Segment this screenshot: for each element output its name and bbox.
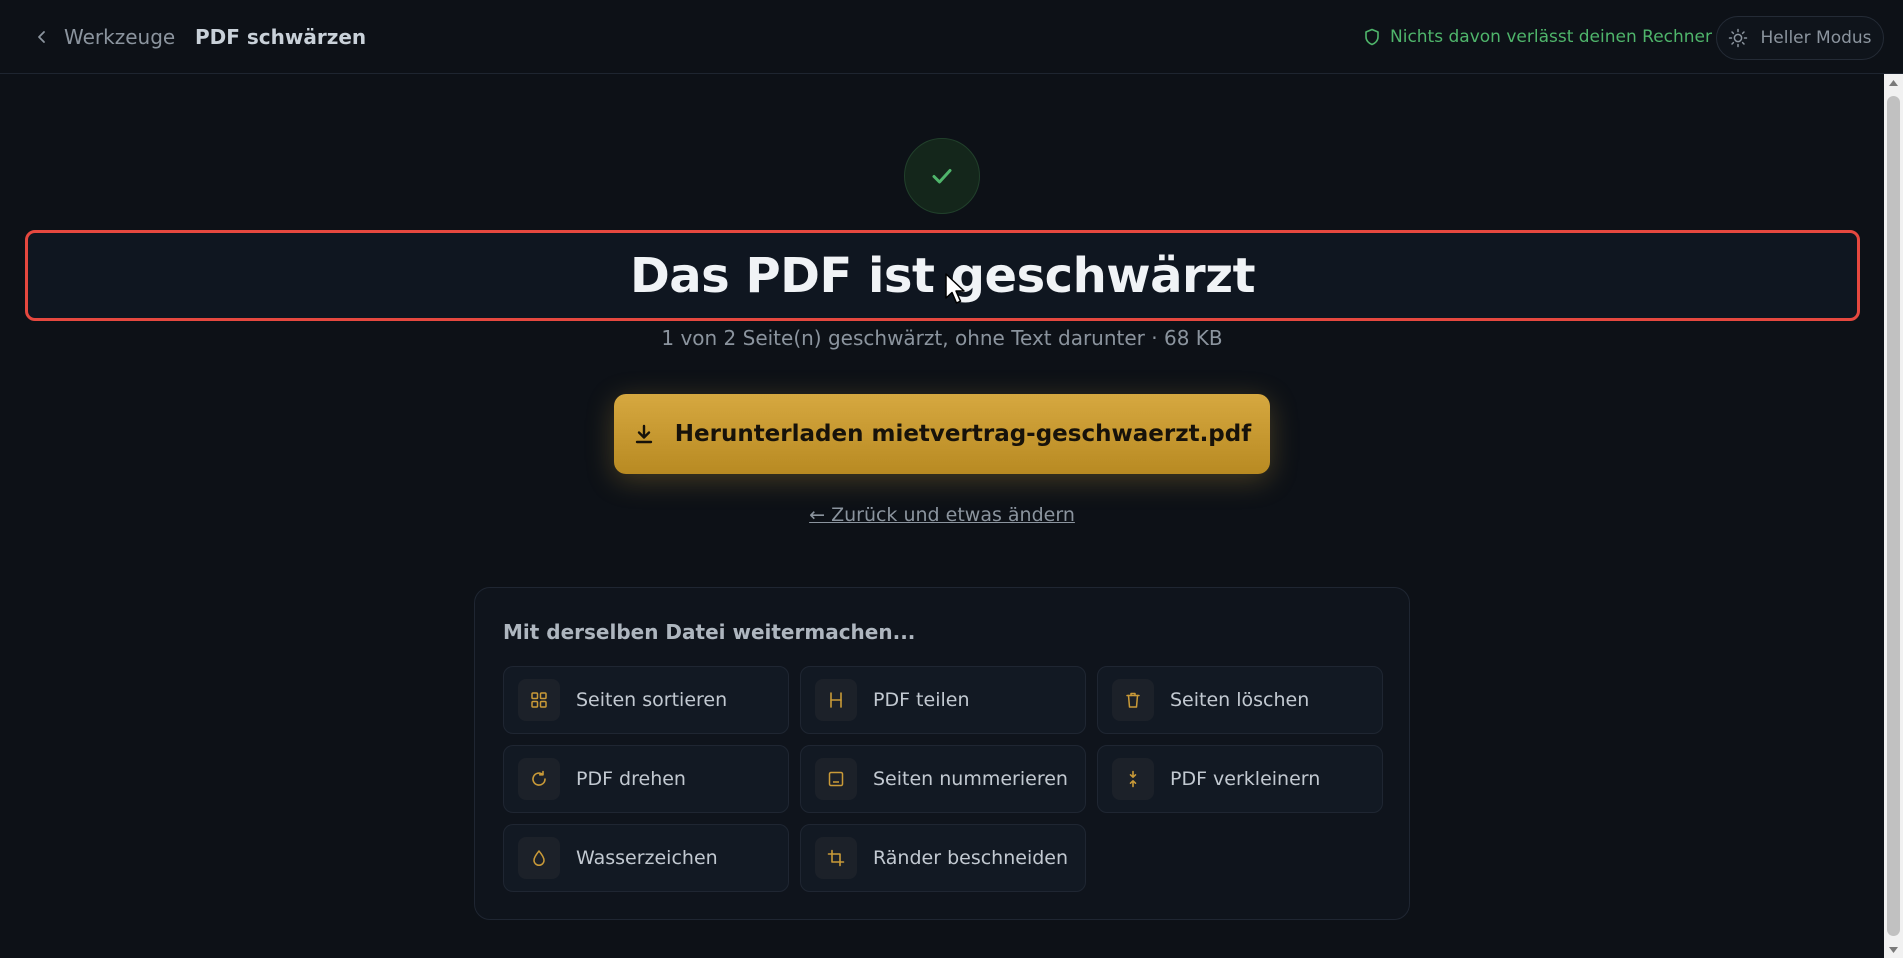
- privacy-notice: Nichts davon verlässt deinen Rechner: [1364, 22, 1712, 52]
- download-label: Herunterladen mietvertrag-geschwaerzt.pd…: [674, 421, 1252, 447]
- tool-title: PDF schwärzen: [195, 25, 367, 49]
- download-icon: [635, 424, 652, 444]
- mouse-pointer-icon: [945, 273, 965, 304]
- tool-split-pdf[interactable]: PDF teilen: [800, 666, 1086, 734]
- tool-crop-margins[interactable]: Ränder beschneiden: [800, 824, 1086, 892]
- page-title: Das PDF ist geschwärzt: [629, 247, 1256, 304]
- rotate-icon: [518, 758, 560, 800]
- light-mode-toggle[interactable]: Heller Modus: [1716, 16, 1884, 60]
- trash-icon: [1112, 679, 1154, 721]
- tool-label: PDF verkleinern: [1170, 768, 1321, 790]
- back-to-tools-button[interactable]: Werkzeuge: [34, 22, 175, 52]
- grid-icon: [518, 679, 560, 721]
- split-icon: [815, 679, 857, 721]
- tool-label: Seiten löschen: [1170, 689, 1310, 711]
- result-summary: 1 von 2 Seite(n) geschwärzt, ohne Text d…: [661, 326, 1223, 350]
- scroll-up-arrow-icon[interactable]: [1884, 74, 1903, 91]
- compress-icon: [1112, 758, 1154, 800]
- tool-rotate-pdf[interactable]: PDF drehen: [503, 745, 789, 813]
- privacy-text: Nichts davon verlässt deinen Rechner: [1390, 27, 1713, 47]
- tool-label: Seiten sortieren: [576, 689, 728, 711]
- headline-highlight: Das PDF ist geschwärzt: [25, 230, 1860, 321]
- tool-label: Seiten nummerieren: [873, 768, 1068, 790]
- tool-label: PDF teilen: [873, 689, 970, 711]
- shield-icon: [1365, 28, 1379, 46]
- continue-with-file-card: Mit derselben Datei weitermachen... Seit…: [474, 587, 1410, 920]
- download-button[interactable]: Herunterladen mietvertrag-geschwaerzt.pd…: [614, 394, 1270, 474]
- scroll-down-arrow-icon[interactable]: [1884, 941, 1903, 958]
- tool-watermark[interactable]: Wasserzeichen: [503, 824, 789, 892]
- tool-delete-pages[interactable]: Seiten löschen: [1097, 666, 1383, 734]
- page-number-icon: [815, 758, 857, 800]
- back-and-edit-link[interactable]: ← Zurück und etwas ändern: [0, 504, 1884, 526]
- scrollbar-thumb[interactable]: [1887, 96, 1900, 936]
- droplet-icon: [518, 837, 560, 879]
- chevron-left-icon: [38, 31, 45, 43]
- page-scrollbar[interactable]: [1884, 74, 1903, 958]
- tool-sort-pages[interactable]: Seiten sortieren: [503, 666, 789, 734]
- sun-icon: [1729, 28, 1748, 48]
- tool-label: Ränder beschneiden: [873, 847, 1069, 869]
- checkmark-icon: [932, 169, 952, 184]
- tool-compress-pdf[interactable]: PDF verkleinern: [1097, 745, 1383, 813]
- light-mode-label: Heller Modus: [1760, 28, 1872, 48]
- back-to-tools-label: Werkzeuge: [64, 25, 176, 49]
- crop-icon: [815, 837, 857, 879]
- continue-card-title: Mit derselben Datei weitermachen...: [503, 620, 916, 644]
- success-badge: [904, 138, 980, 214]
- top-bar: Werkzeuge PDF schwärzen Nichts davon ver…: [0, 0, 1903, 74]
- tool-number-pages[interactable]: Seiten nummerieren: [800, 745, 1086, 813]
- tool-label: PDF drehen: [576, 768, 686, 790]
- tool-label: Wasserzeichen: [576, 847, 718, 869]
